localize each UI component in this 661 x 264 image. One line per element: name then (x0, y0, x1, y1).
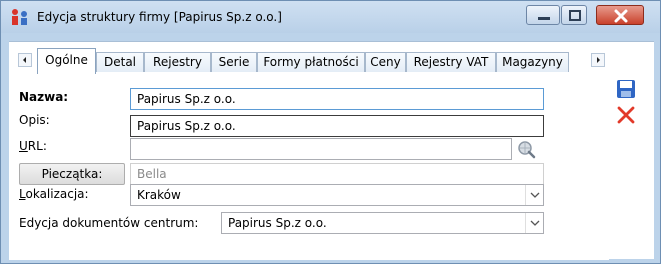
tab-scroll-right-button[interactable] (591, 53, 605, 67)
nazwa-input[interactable]: Papirus Sp.z o.o. (130, 88, 544, 110)
title-bar: Edycja struktury firmy [Papirus Sp.z o.o… (1, 1, 660, 33)
dialog-body: Ogólne Detal Rejestry Serie Formy płatno… (9, 41, 654, 260)
edycja-dokumentow-selected-value: Papirus Sp.z o.o. (228, 216, 327, 230)
maximize-icon (569, 10, 581, 21)
tab-scroll-left-button[interactable] (18, 53, 32, 67)
tab-ceny[interactable]: Ceny (365, 52, 406, 73)
edycja-dokumentow-select[interactable]: Papirus Sp.z o.o. (221, 212, 544, 234)
edycja-dokumentow-label: Edycja dokumentów centrum: (19, 216, 199, 230)
lokalizacja-dropdown-button[interactable] (525, 185, 543, 205)
url-label-accelerator: U (19, 139, 28, 153)
structure-icon (12, 9, 27, 25)
url-label: URL: (19, 139, 47, 153)
window: Edycja struktury firmy [Papirus Sp.z o.o… (0, 0, 661, 264)
edycja-dokumentow-dropdown-button[interactable] (525, 213, 543, 233)
lokalizacja-select[interactable]: Kraków (130, 184, 544, 206)
save-button[interactable] (615, 78, 637, 100)
url-input[interactable] (130, 138, 512, 160)
close-button[interactable] (596, 5, 644, 25)
pieczatka-button[interactable]: Pieczątka: (19, 163, 125, 185)
tab-ogolne[interactable]: Ogólne (37, 48, 96, 74)
tab-serie[interactable]: Serie (211, 52, 257, 73)
url-label-rest: RL: (27, 139, 47, 153)
cancel-icon (617, 106, 635, 124)
tab-rejestry-vat[interactable]: Rejestry VAT (406, 52, 496, 73)
tab-formy-platnosci[interactable]: Formy płatności (257, 52, 365, 73)
tab-rejestry[interactable]: Rejestry (144, 52, 211, 73)
lokalizacja-selected-value: Kraków (137, 188, 181, 202)
save-icon (617, 80, 635, 98)
tab-strip: Ogólne Detal Rejestry Serie Formy płatno… (9, 48, 609, 74)
arrow-left-icon (23, 57, 26, 63)
window-title: Edycja struktury firmy [Papirus Sp.z o.o… (37, 10, 282, 24)
cancel-button[interactable] (615, 104, 637, 126)
arrow-right-icon (597, 57, 600, 63)
minimize-icon (538, 17, 550, 20)
chevron-down-icon (530, 220, 540, 226)
globe-search-icon[interactable] (516, 139, 536, 159)
general-form: Nazwa: Papirus Sp.z o.o. Opis: Papirus S… (9, 72, 609, 260)
lokalizacja-label-rest: okalizacja: (25, 187, 89, 201)
nazwa-label: Nazwa: (19, 90, 69, 104)
chevron-down-icon (530, 192, 540, 198)
close-icon (614, 9, 628, 23)
opis-input[interactable]: Papirus Sp.z o.o. (130, 115, 544, 137)
opis-label: Opis: (19, 113, 50, 127)
tab-magazyny[interactable]: Magazyny (496, 52, 569, 73)
lokalizacja-label: Lokalizacja: (19, 187, 89, 201)
pieczatka-value: Bella (130, 163, 544, 185)
maximize-button[interactable] (561, 5, 587, 25)
tab-detal[interactable]: Detal (96, 52, 144, 73)
minimize-button[interactable] (526, 5, 560, 25)
